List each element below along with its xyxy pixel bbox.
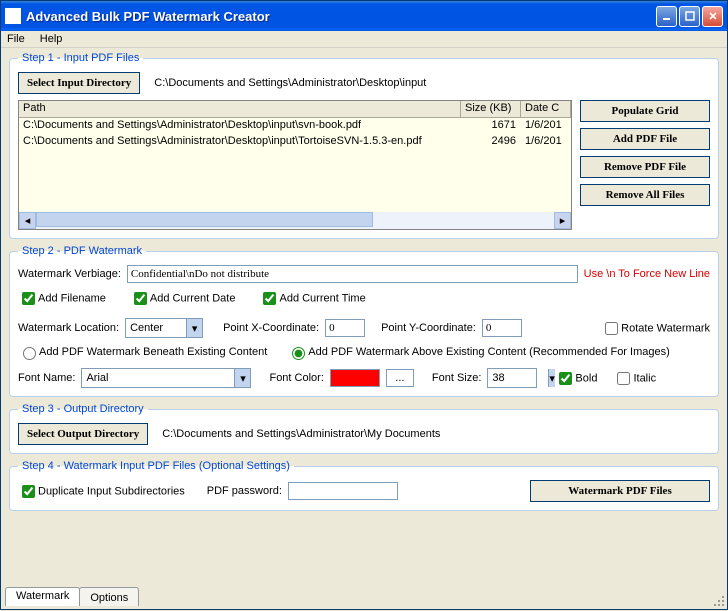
step3-group: Step 3 - Output Directory Select Output … xyxy=(9,403,719,454)
remove-pdf-button[interactable]: Remove PDF File xyxy=(580,156,710,178)
tabstrip: Watermark Options xyxy=(5,587,138,606)
chevron-down-icon[interactable]: ▾ xyxy=(548,369,555,387)
add-time-check[interactable]: Add Current Time xyxy=(259,289,365,308)
resize-grip-icon[interactable] xyxy=(712,594,726,608)
maximize-button[interactable] xyxy=(679,6,700,27)
font-size-value: 38 xyxy=(488,372,548,384)
select-input-dir-button[interactable]: Select Input Directory xyxy=(18,72,140,94)
bold-check[interactable]: Bold xyxy=(555,369,597,388)
output-dir-path: C:\Documents and Settings\Administrator\… xyxy=(162,428,440,440)
step4-group: Step 4 - Watermark Input PDF Files (Opti… xyxy=(9,460,719,511)
add-pdf-button[interactable]: Add PDF File xyxy=(580,128,710,150)
select-output-dir-button[interactable]: Select Output Directory xyxy=(18,423,148,445)
add-date-check[interactable]: Add Current Date xyxy=(130,289,236,308)
chevron-down-icon[interactable]: ▾ xyxy=(234,369,250,387)
scroll-track[interactable] xyxy=(36,212,554,229)
beneath-radio[interactable]: Add PDF Watermark Beneath Existing Conte… xyxy=(18,344,267,360)
verbiage-input[interactable] xyxy=(127,265,578,283)
step2-group: Step 2 - PDF Watermark Watermark Verbiag… xyxy=(9,245,719,397)
italic-check[interactable]: Italic xyxy=(613,369,656,388)
watermark-pdf-button[interactable]: Watermark PDF Files xyxy=(530,480,710,502)
menu-help[interactable]: Help xyxy=(40,33,63,45)
font-size-label: Font Size: xyxy=(432,372,482,384)
grid-row[interactable]: C:\Documents and Settings\Administrator\… xyxy=(19,118,571,134)
location-value: Center xyxy=(126,322,186,334)
scroll-thumb[interactable] xyxy=(36,212,373,227)
pdf-password-input[interactable] xyxy=(288,482,398,500)
font-name-value: Arial xyxy=(82,372,234,384)
verbiage-label: Watermark Verbiage: xyxy=(18,268,121,280)
grid-cell-size: 2496 xyxy=(461,134,521,150)
grid-header-date[interactable]: Date C xyxy=(521,101,571,117)
rotate-check[interactable]: Rotate Watermark xyxy=(601,319,710,338)
font-color-swatch[interactable] xyxy=(330,369,380,387)
tab-watermark[interactable]: Watermark xyxy=(5,587,80,606)
dup-subdirs-check[interactable]: Duplicate Input Subdirectories xyxy=(18,482,185,501)
py-label: Point Y-Coordinate: xyxy=(381,322,476,334)
scroll-left-icon[interactable]: ◂ xyxy=(19,212,36,229)
above-radio[interactable]: Add PDF Watermark Above Existing Content… xyxy=(287,344,670,360)
step2-legend: Step 2 - PDF Watermark xyxy=(18,245,146,257)
menubar: File Help xyxy=(1,31,727,48)
window-title: Advanced Bulk PDF Watermark Creator xyxy=(26,9,654,24)
titlebar[interactable]: Advanced Bulk PDF Watermark Creator xyxy=(1,1,727,31)
py-input[interactable] xyxy=(482,319,522,337)
menu-file[interactable]: File xyxy=(7,33,25,45)
file-grid[interactable]: Path Size (KB) Date C C:\Documents and S… xyxy=(18,100,572,230)
populate-grid-button[interactable]: Populate Grid xyxy=(580,100,710,122)
grid-cell-date: 1/6/201 xyxy=(521,118,571,134)
font-color-label: Font Color: xyxy=(269,372,323,384)
newline-note: Use \n To Force New Line xyxy=(584,268,710,280)
close-button[interactable] xyxy=(702,6,723,27)
font-color-picker-button[interactable]: ... xyxy=(386,369,414,387)
font-name-combo[interactable]: Arial ▾ xyxy=(81,368,251,388)
chevron-down-icon[interactable]: ▾ xyxy=(186,319,202,337)
step1-legend: Step 1 - Input PDF Files xyxy=(18,52,143,64)
grid-header[interactable]: Path Size (KB) Date C xyxy=(19,101,571,118)
px-label: Point X-Coordinate: xyxy=(223,322,319,334)
font-size-combo[interactable]: 38 ▾ xyxy=(487,368,537,388)
grid-header-path[interactable]: Path xyxy=(19,101,461,117)
app-icon xyxy=(5,8,21,24)
font-name-label: Font Name: xyxy=(18,372,75,384)
grid-cell-date: 1/6/201 xyxy=(521,134,571,150)
scroll-right-icon[interactable]: ▸ xyxy=(554,212,571,229)
tab-options[interactable]: Options xyxy=(79,587,139,606)
grid-row[interactable]: C:\Documents and Settings\Administrator\… xyxy=(19,134,571,150)
step4-legend: Step 4 - Watermark Input PDF Files (Opti… xyxy=(18,460,294,472)
px-input[interactable] xyxy=(325,319,365,337)
grid-cell-path: C:\Documents and Settings\Administrator\… xyxy=(19,134,461,150)
grid-cell-size: 1671 xyxy=(461,118,521,134)
add-filename-check[interactable]: Add Filename xyxy=(18,289,106,308)
grid-cell-path: C:\Documents and Settings\Administrator\… xyxy=(19,118,461,134)
input-dir-path: C:\Documents and Settings\Administrator\… xyxy=(154,77,426,89)
grid-header-size[interactable]: Size (KB) xyxy=(461,101,521,117)
location-combo[interactable]: Center ▾ xyxy=(125,318,203,338)
pdf-password-label: PDF password: xyxy=(207,485,282,497)
grid-hscroll[interactable]: ◂ ▸ xyxy=(19,212,571,229)
remove-all-button[interactable]: Remove All Files xyxy=(580,184,710,206)
minimize-button[interactable] xyxy=(656,6,677,27)
step3-legend: Step 3 - Output Directory xyxy=(18,403,148,415)
location-label: Watermark Location: xyxy=(18,322,119,334)
step1-group: Step 1 - Input PDF Files Select Input Di… xyxy=(9,52,719,239)
